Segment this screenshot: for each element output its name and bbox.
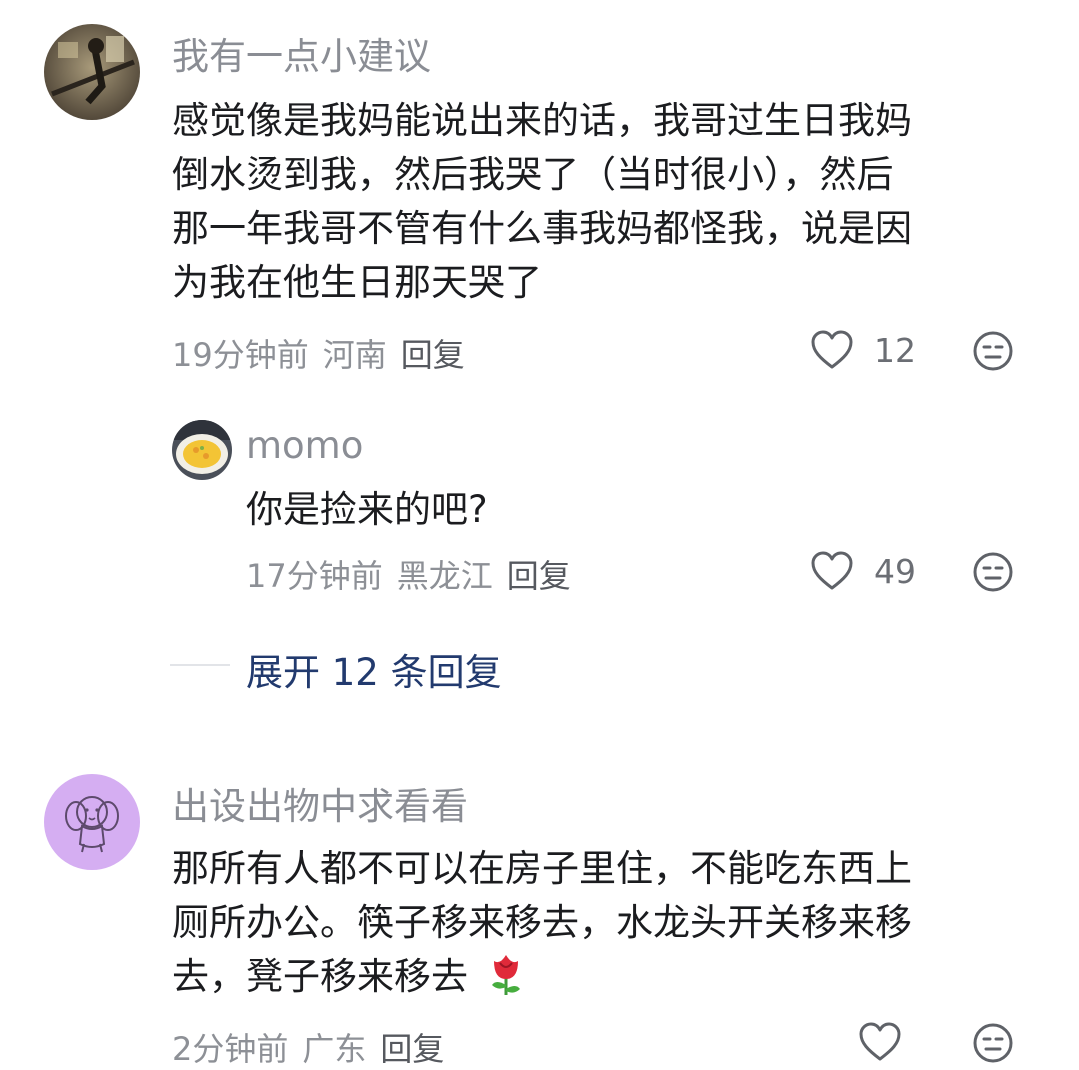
heart-outline-icon xyxy=(859,1022,901,1061)
reply-button[interactable]: 回复 xyxy=(401,330,465,376)
like-count: 12 xyxy=(874,330,916,370)
reply-username[interactable]: momo xyxy=(246,424,363,467)
comment-meta: 19分钟前 河南 回复 xyxy=(172,330,465,376)
comment-meta: 2分钟前 广东 回复 xyxy=(172,1024,444,1070)
comment-text-line: 去，凳子移来移去 xyxy=(172,950,912,1004)
like-button[interactable]: 49 xyxy=(810,551,916,591)
like-button[interactable]: 12 xyxy=(810,330,916,370)
neutral-face-icon[interactable] xyxy=(972,551,1014,593)
divider xyxy=(170,664,230,666)
reply-text: 你是捡来的吧? xyxy=(246,488,488,531)
reply-meta: 17分钟前 黑龙江 回复 xyxy=(246,551,571,597)
comment-location: 河南 xyxy=(322,336,387,374)
user-avatar[interactable] xyxy=(44,24,140,120)
rose-emoji xyxy=(491,955,520,995)
neutral-face-icon[interactable] xyxy=(972,330,1014,372)
like-count: 49 xyxy=(874,551,916,591)
heart-outline-icon xyxy=(811,330,853,369)
reply-time: 17分钟前 xyxy=(246,557,383,595)
reply-button[interactable]: 回复 xyxy=(507,551,571,597)
comment-text-line: 厕所办公。筷子移来移去，水龙头开关移来移 xyxy=(172,901,912,944)
comment-text-segment: 去，凳子移来移去 xyxy=(172,955,468,998)
comment-location: 广东 xyxy=(302,1030,367,1068)
comment-text-line: 为我在他生日那天哭了 xyxy=(172,261,542,304)
reply-avatar[interactable] xyxy=(172,420,232,480)
expand-replies[interactable]: 展开 12 条回复 xyxy=(170,642,670,694)
comment-text: 那所有人都不可以在房子里住，不能吃东西上 厕所办公。筷子移来移去，水龙头开关移来… xyxy=(172,842,912,1004)
comment-text: 感觉像是我妈能说出来的话，我哥过生日我妈 倒水烫到我，然后我哭了（当时很小），然… xyxy=(172,94,912,310)
neutral-face-icon[interactable] xyxy=(972,1022,1014,1064)
reply-button[interactable]: 回复 xyxy=(380,1024,444,1070)
comment-time: 2分钟前 xyxy=(172,1030,289,1068)
username[interactable]: 我有一点小建议 xyxy=(172,26,431,80)
like-button[interactable] xyxy=(858,1022,902,1062)
comment-text-line: 那一年我哥不管有什么事我妈都怪我，说是因 xyxy=(172,207,912,250)
username[interactable]: 出设出物中求看看 xyxy=(172,776,468,830)
comment-text-line: 感觉像是我妈能说出来的话，我哥过生日我妈 xyxy=(172,99,912,142)
expand-replies-label[interactable]: 展开 12 条回复 xyxy=(246,642,502,696)
user-avatar[interactable] xyxy=(44,774,140,870)
comment-text-line: 倒水烫到我，然后我哭了（当时很小），然后 xyxy=(172,153,894,196)
heart-outline-icon xyxy=(811,551,853,590)
comment-time: 19分钟前 xyxy=(172,336,309,374)
reply-location: 黑龙江 xyxy=(396,557,493,595)
comment-text-line: 那所有人都不可以在房子里住，不能吃东西上 xyxy=(172,847,912,890)
